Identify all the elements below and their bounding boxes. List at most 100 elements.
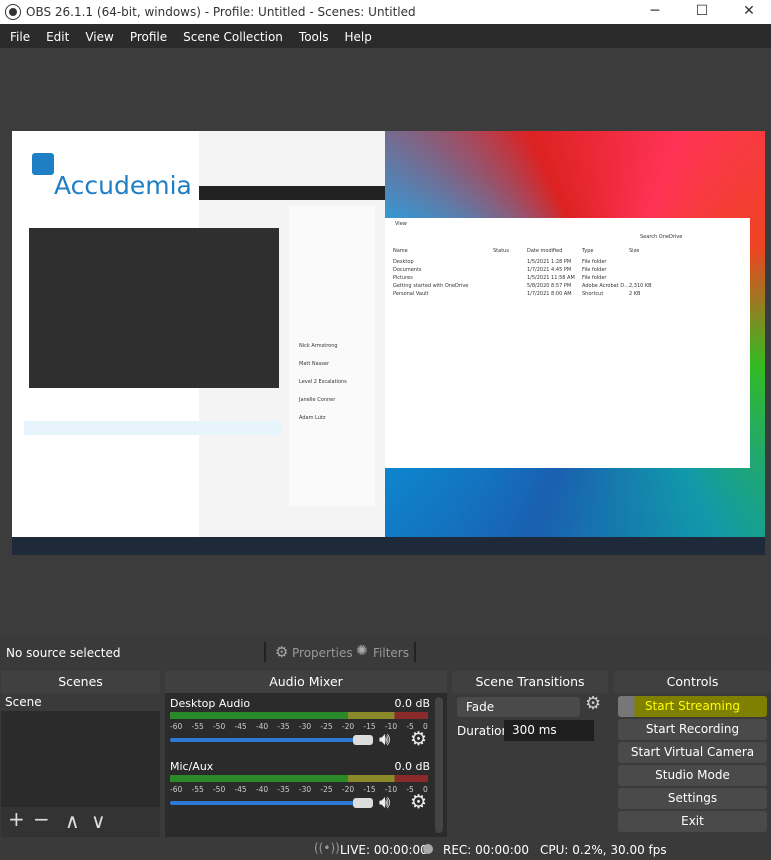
volume-slider[interactable] <box>170 738 355 742</box>
controls-dock: Controls <box>614 671 771 693</box>
file-cell: 1/5/2021 11:58 AM <box>527 275 575 281</box>
transition-select[interactable]: Fade <box>457 697 580 717</box>
volume-meter <box>170 775 428 782</box>
file-cell <box>629 267 659 275</box>
tick-label: -55 <box>191 722 204 731</box>
tick-label: -30 <box>298 785 312 794</box>
file-cell <box>629 275 659 283</box>
cloud-icon <box>32 153 54 175</box>
filters-icon: ✺ <box>356 643 368 659</box>
rec-time: REC: 00:00:00 <box>443 843 530 857</box>
obs-logo-icon <box>5 4 21 20</box>
live-icon: ((•)) <box>314 841 340 855</box>
menu-edit[interactable]: Edit <box>38 24 77 48</box>
menu-view[interactable]: View <box>77 24 121 48</box>
channel-level: 0.0 dB <box>394 697 430 710</box>
file-cell: Personal Vault <box>393 291 429 297</box>
scenes-dock: Scenes Scene + − ∧ ∨ <box>1 671 160 837</box>
title-bar: OBS 26.1.1 (64-bit, windows) - Profile: … <box>0 0 771 24</box>
file-cell: File folder <box>582 259 607 265</box>
file-cell: 1/7/2021 8:00 AM <box>527 291 572 297</box>
start-virtual-camera-button[interactable]: Start Virtual Camera <box>618 742 767 763</box>
audio-channel: Mic/Aux 0.0 dB -60 -55 -50 -45 -40 -35 -30 -25-… <box>170 760 432 820</box>
close-button[interactable]: ✕ <box>739 3 759 19</box>
settings-button[interactable]: Settings <box>618 788 767 809</box>
filters-button[interactable]: Filters <box>373 646 409 660</box>
volume-slider-handle[interactable] <box>353 735 373 745</box>
transitions-title: Scene Transitions <box>452 671 608 693</box>
volume-slider-handle[interactable] <box>353 798 373 808</box>
move-up-button[interactable]: ∧ <box>65 809 80 833</box>
menu-tools[interactable]: Tools <box>291 24 337 48</box>
move-down-button[interactable]: ∨ <box>91 809 106 833</box>
windows-taskbar <box>12 537 765 555</box>
menu-file[interactable]: File <box>2 24 38 48</box>
person: Nick Armstrong <box>299 343 338 349</box>
minimize-button[interactable]: ─ <box>645 3 665 19</box>
add-scene-button[interactable]: + <box>8 807 25 831</box>
file-cell <box>493 275 527 283</box>
window-title: OBS 26.1.1 (64-bit, windows) - Profile: … <box>26 5 416 19</box>
file-row[interactable]: Personal Vault 1/7/2021 8:00 AM Shortcut 2 … <box>393 291 659 299</box>
tick-label: -15 <box>363 785 376 794</box>
exit-button[interactable]: Exit <box>618 811 767 832</box>
properties-button[interactable]: Properties <box>292 646 353 660</box>
file-row[interactable]: Documents 1/7/2021 4:45 PM File folder <box>393 267 659 275</box>
tick-label: -25 <box>320 722 333 731</box>
tick-label: -40 <box>255 785 269 794</box>
menu-scene-collection[interactable]: Scene Collection <box>175 24 291 48</box>
obs-settings-screenshot <box>29 228 279 388</box>
tick-label: -30 <box>298 722 312 731</box>
remove-scene-button[interactable]: − <box>33 807 50 831</box>
file-cell <box>493 283 527 291</box>
live-time: LIVE: 00:00:00 <box>340 843 428 857</box>
menu-profile[interactable]: Profile <box>122 24 175 48</box>
status-bar: ((•)) LIVE: 00:00:00 REC: 00:00:00 CPU: … <box>0 838 771 860</box>
studio-mode-button[interactable]: Studio Mode <box>618 765 767 786</box>
source-status: No source selected <box>6 646 121 660</box>
speaker-icon[interactable]: 🔊︎ <box>379 729 390 750</box>
file-explorer-window: View Search OneDrive Name Status Date mo… <box>385 218 750 468</box>
tick-label: -40 <box>255 722 269 731</box>
cpu-fps: CPU: 0.2%, 30.00 fps <box>540 843 667 857</box>
source-toolbar: No source selected ⚙ Properties ✺ Filter… <box>0 640 771 666</box>
tick-label: -45 <box>234 785 247 794</box>
gear-icon[interactable]: ⚙ <box>410 791 427 813</box>
mixer-scrollbar[interactable] <box>435 697 443 833</box>
preview-canvas[interactable]: Nick Armstrong Matt Nasser Level 2 Escal… <box>12 131 765 555</box>
transition-settings-icon[interactable]: ⚙ <box>585 693 601 714</box>
scenes-title: Scenes <box>1 671 160 693</box>
channel-name: Desktop Audio <box>170 697 251 710</box>
volume-slider[interactable] <box>170 801 355 805</box>
channel-name: Mic/Aux <box>170 760 214 773</box>
scene-item[interactable]: Scene <box>1 693 160 711</box>
duration-input[interactable]: 300 ms <box>504 720 594 741</box>
tick-label: -60 <box>170 722 183 731</box>
audio-mixer-dock: Audio Mixer Desktop Audio 0.0 dB -60 -55-… <box>165 671 447 837</box>
rec-icon <box>423 844 433 854</box>
maximize-button[interactable]: ☐ <box>692 3 712 19</box>
file-cell: 2 KB <box>629 291 641 297</box>
speaker-icon[interactable]: 🔊︎ <box>379 792 390 813</box>
file-cell: Shortcut <box>582 291 604 297</box>
file-row[interactable]: Pictures 1/5/2021 11:58 AM File folder <box>393 275 659 283</box>
file-cell: 5/8/2020 8:57 PM <box>527 283 572 289</box>
start-streaming-button[interactable]: Start Streaming <box>618 696 767 717</box>
file-cell <box>493 267 527 275</box>
gear-icon: ⚙ <box>275 643 289 661</box>
tick-label: -35 <box>277 722 290 731</box>
gear-icon[interactable]: ⚙ <box>410 728 427 750</box>
file-row[interactable]: Desktop 1/5/2021 1:28 PM File folder <box>393 259 659 267</box>
file-cell: File folder <box>582 267 607 273</box>
menu-help[interactable]: Help <box>336 24 379 48</box>
person: Level 2 Escalations <box>299 379 347 385</box>
file-cell: Desktop <box>393 259 414 265</box>
file-cell: File folder <box>582 275 607 281</box>
tick-label: -15 <box>363 722 376 731</box>
file-cell: Pictures <box>393 275 413 281</box>
duration-label: Duration <box>457 724 510 738</box>
tick-label: -45 <box>234 722 247 731</box>
file-row[interactable]: Getting started with OneDrive 5/8/2020 8:… <box>393 283 659 291</box>
file-cell <box>629 259 659 267</box>
start-recording-button[interactable]: Start Recording <box>618 719 767 740</box>
